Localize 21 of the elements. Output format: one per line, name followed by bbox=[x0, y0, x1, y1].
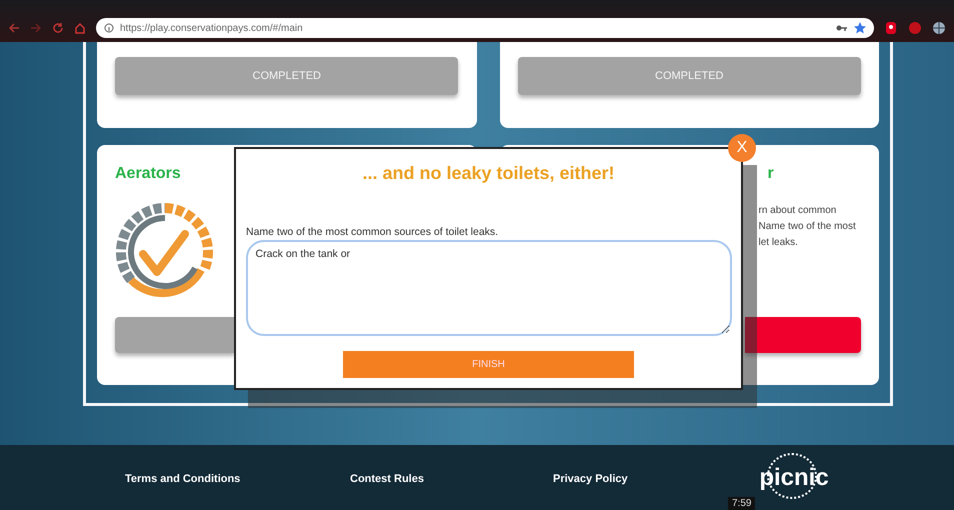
extension-icon[interactable] bbox=[884, 21, 898, 35]
dialog-title: ... and no leaky toilets, either! bbox=[362, 163, 615, 184]
question-text: Name two of the most common sources of toilet leaks. bbox=[246, 226, 498, 238]
reload-icon[interactable] bbox=[52, 22, 64, 34]
card-description: rn about common Name two of the most let leaks. bbox=[758, 204, 856, 250]
card-title: r bbox=[768, 165, 774, 183]
star-icon[interactable] bbox=[854, 22, 866, 34]
info-icon[interactable] bbox=[104, 23, 114, 33]
key-icon[interactable] bbox=[836, 24, 848, 32]
footer-link[interactable]: Privacy Policy bbox=[553, 473, 628, 485]
url-text: https://play.conservationpays.com/#/main bbox=[120, 22, 303, 34]
footer-link[interactable]: Contest Rules bbox=[350, 473, 424, 485]
footer-link[interactable]: Terms and Conditions bbox=[125, 473, 240, 485]
address-bar[interactable]: https://play.conservationpays.com/#/main bbox=[96, 18, 874, 38]
globe-icon[interactable] bbox=[932, 21, 946, 35]
back-icon[interactable] bbox=[8, 22, 20, 34]
video-timestamp: 7:59 bbox=[728, 497, 756, 510]
card-title: Aerators bbox=[115, 165, 181, 183]
card-button[interactable] bbox=[744, 317, 860, 353]
home-icon[interactable] bbox=[74, 22, 86, 34]
answer-field[interactable]: Crack on the tank or bbox=[246, 240, 732, 336]
